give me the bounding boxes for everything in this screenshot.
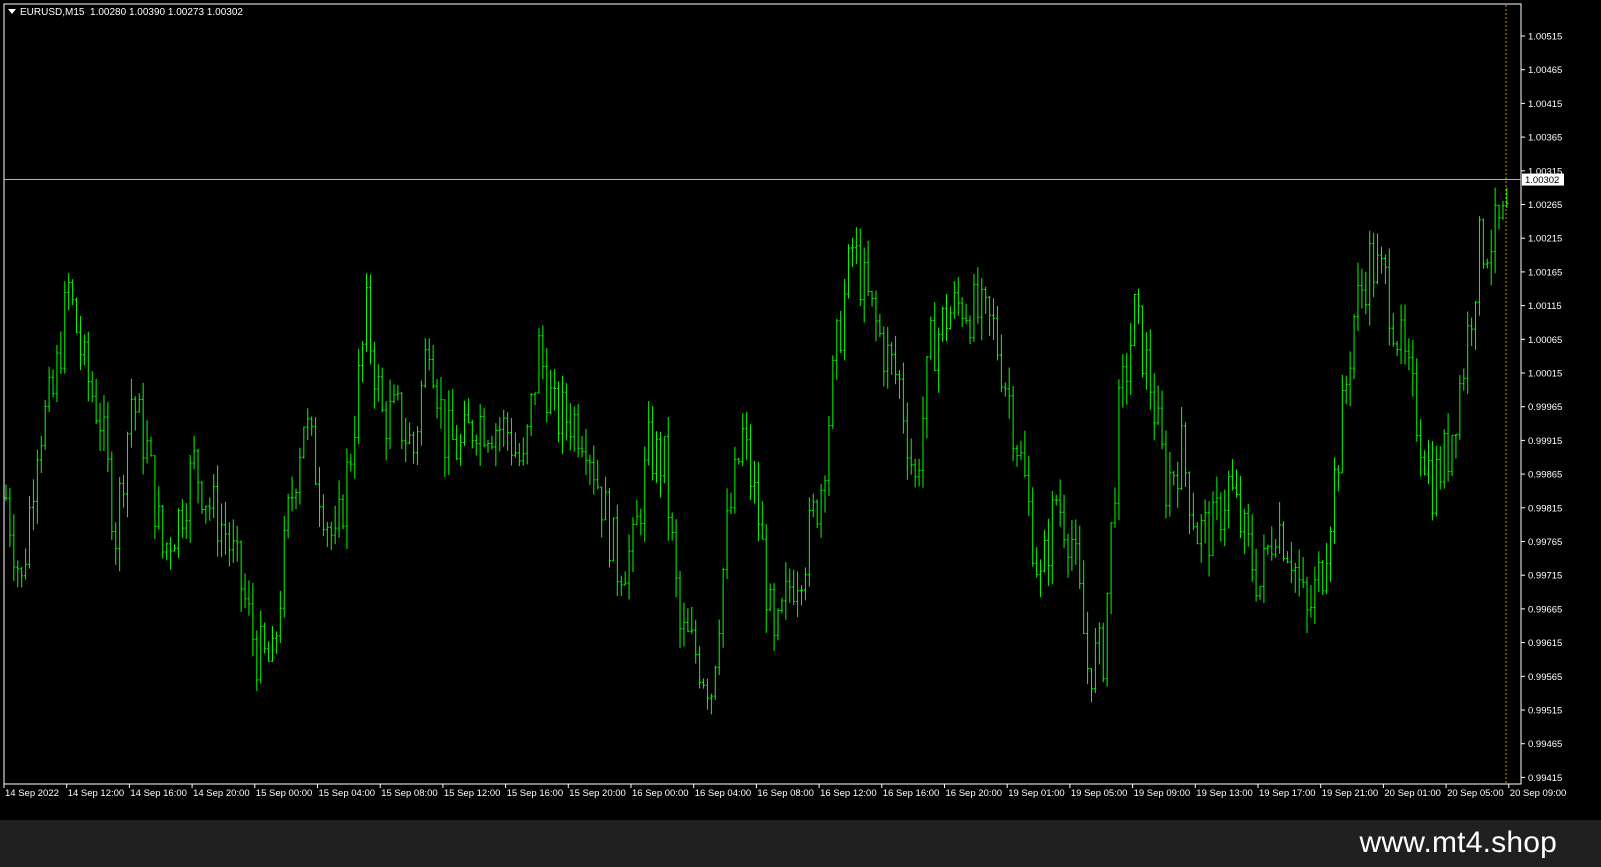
y-tick-label: 1.00115 bbox=[1528, 301, 1562, 312]
x-tick-label: 14 Sep 2022 bbox=[5, 788, 59, 799]
symbol-header: EURUSD,M15 1.00280 1.00390 1.00273 1.003… bbox=[8, 7, 243, 18]
chart-overlays: 1.00302 bbox=[4, 5, 1564, 783]
y-tick-label: 1.00065 bbox=[1528, 335, 1562, 346]
x-tick-label: 15 Sep 16:00 bbox=[507, 788, 564, 799]
y-tick-label: 0.99715 bbox=[1528, 571, 1562, 582]
x-tick-label: 16 Sep 20:00 bbox=[946, 788, 1003, 799]
y-tick-label: 0.99515 bbox=[1528, 706, 1562, 717]
x-tick-label: 14 Sep 20:00 bbox=[193, 788, 250, 799]
y-tick-label: 0.99815 bbox=[1528, 503, 1562, 514]
x-tick-label: 14 Sep 12:00 bbox=[68, 788, 125, 799]
y-tick-label: 1.00465 bbox=[1528, 65, 1562, 76]
x-tick-label: 15 Sep 20:00 bbox=[569, 788, 626, 799]
current-price-label: 1.00302 bbox=[1525, 175, 1559, 186]
x-tick-label: 15 Sep 12:00 bbox=[444, 788, 501, 799]
y-tick-label: 0.99465 bbox=[1528, 739, 1562, 750]
x-tick-label: 16 Sep 00:00 bbox=[632, 788, 689, 799]
x-tick-label: 19 Sep 09:00 bbox=[1134, 788, 1191, 799]
ohlc-values: 1.00280 1.00390 1.00273 1.00302 bbox=[90, 7, 243, 18]
y-tick-label: 1.00415 bbox=[1528, 99, 1562, 110]
y-tick-label: 0.99615 bbox=[1528, 638, 1562, 649]
x-tick-label: 15 Sep 00:00 bbox=[256, 788, 313, 799]
y-tick-label: 1.00165 bbox=[1528, 267, 1562, 278]
x-tick-label: 14 Sep 16:00 bbox=[130, 788, 187, 799]
x-tick-label: 16 Sep 08:00 bbox=[757, 788, 814, 799]
x-tick-label: 20 Sep 01:00 bbox=[1384, 788, 1441, 799]
y-tick-label: 1.00515 bbox=[1528, 32, 1562, 43]
x-tick-label: 19 Sep 17:00 bbox=[1259, 788, 1316, 799]
dropdown-arrow-icon[interactable] bbox=[8, 9, 16, 14]
chart-window[interactable]: 1.00515 1.00465 1.00415 1.00365 1.00315 1.002… bbox=[0, 0, 1601, 820]
x-tick-label: 20 Sep 05:00 bbox=[1447, 788, 1504, 799]
plot-area-border bbox=[3, 3, 1522, 785]
watermark-footer: www.mt4.shop bbox=[0, 820, 1601, 867]
time-axis: 14 Sep 2022 14 Sep 12:00 14 Sep 16:00 14 Se… bbox=[3, 784, 1567, 799]
watermark-text: www.mt4.shop bbox=[1359, 826, 1557, 859]
y-tick-label: 0.99865 bbox=[1528, 470, 1562, 481]
y-tick-label: 0.99415 bbox=[1528, 773, 1562, 784]
x-tick-label: 19 Sep 21:00 bbox=[1322, 788, 1379, 799]
y-tick-label: 0.99665 bbox=[1528, 604, 1562, 615]
x-tick-label: 15 Sep 08:00 bbox=[381, 788, 438, 799]
y-tick-label: 1.00365 bbox=[1528, 133, 1562, 144]
y-tick-label: 0.99565 bbox=[1528, 672, 1562, 683]
y-tick-label: 0.99915 bbox=[1528, 436, 1562, 447]
price-chart[interactable]: 1.005151.004651.004151.003651.003151.002… bbox=[0, 0, 1601, 820]
price-axis: 1.005151.004651.004151.003651.003151.002… bbox=[1521, 32, 1562, 784]
y-tick-label: 1.00265 bbox=[1528, 200, 1562, 211]
x-tick-label: 16 Sep 16:00 bbox=[883, 788, 940, 799]
x-tick-label: 16 Sep 04:00 bbox=[695, 788, 752, 799]
price-bars bbox=[4, 187, 1509, 715]
symbol-name: EURUSD,M15 bbox=[20, 7, 85, 18]
x-tick-label: 16 Sep 12:00 bbox=[820, 788, 877, 799]
x-tick-label: 15 Sep 04:00 bbox=[319, 788, 376, 799]
x-tick-label: 20 Sep 09:00 bbox=[1510, 788, 1567, 799]
y-tick-label: 0.99765 bbox=[1528, 537, 1562, 548]
y-tick-label: 1.00215 bbox=[1528, 234, 1562, 245]
x-tick-label: 19 Sep 13:00 bbox=[1196, 788, 1253, 799]
y-tick-label: 0.99965 bbox=[1528, 402, 1562, 413]
x-tick-label: 19 Sep 05:00 bbox=[1071, 788, 1128, 799]
x-tick-label: 19 Sep 01:00 bbox=[1008, 788, 1065, 799]
y-tick-label: 1.00015 bbox=[1528, 369, 1562, 380]
